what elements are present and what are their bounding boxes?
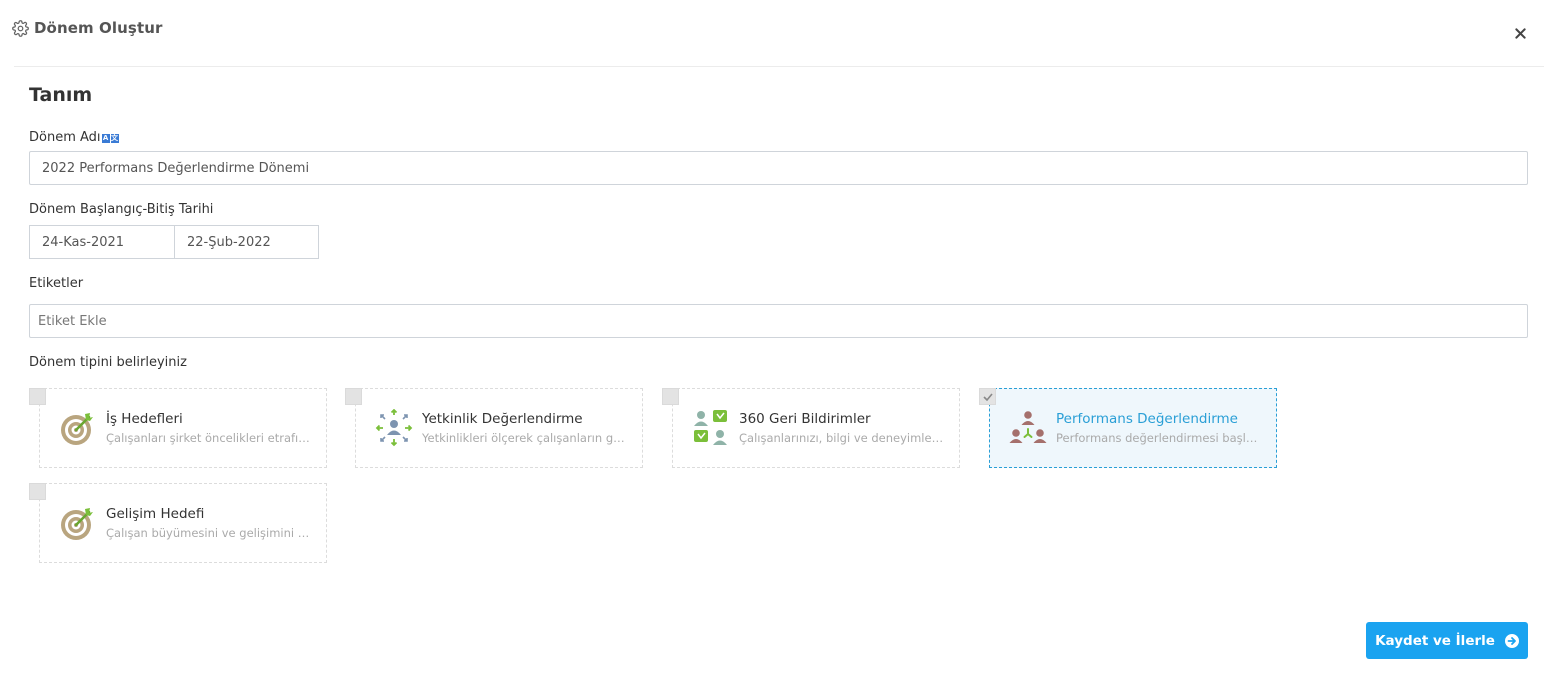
card-checkbox[interactable] [662,388,679,405]
period-type-card-development-goal[interactable]: Gelişim Hedefi Çalışan büyümesini ve gel… [29,483,327,563]
close-icon[interactable] [1511,24,1529,42]
card-title: İş Hedefleri [106,411,183,427]
card-description: Yetkinlikleri ölçerek çalışanların geliş… [422,431,627,445]
header-divider [14,66,1544,67]
modal-title-text: Dönem Oluştur [34,19,163,37]
period-type-card-360-feedback[interactable]: 360 Geri Bildirimler Çalışanlarınızı, bi… [662,388,960,468]
start-date-input[interactable] [29,225,175,259]
card-checkbox-checked[interactable] [979,388,996,405]
period-name-label: Dönem Adı A 文 [29,130,119,145]
check-icon [982,392,993,401]
feedback-360-icon [692,409,730,447]
translate-icon[interactable]: A文 [101,134,119,143]
save-button-label: Kaydet ve İlerle [1375,632,1495,649]
card-checkbox[interactable] [29,388,46,405]
competency-icon [375,408,413,447]
period-type-card-performance[interactable]: Performans Değerlendirme Performans değe… [979,388,1277,468]
translate-badge-b: 文 [110,134,119,143]
card-description: Çalışanlarınızı, bilgi ve deneyimlerine … [739,431,944,445]
card-title: 360 Geri Bildirimler [739,411,871,427]
card-checkbox[interactable] [29,483,46,500]
translate-badge-a: A [101,134,110,143]
target-icon [59,409,97,447]
save-and-continue-button[interactable]: Kaydet ve İlerle [1366,622,1528,659]
card-description: Çalışan büyümesini ve gelişimini destekl… [106,526,311,540]
card-checkbox[interactable] [345,388,362,405]
modal-header: Dönem Oluştur [0,0,1560,66]
period-type-card-business-goals[interactable]: İş Hedefleri Çalışanları şirket öncelikl… [29,388,327,468]
tags-input[interactable] [29,304,1528,338]
gear-icon [12,19,29,37]
target-icon [59,504,97,542]
period-dates-label: Dönem Başlangıç-Bitiş Tarihi [29,202,214,217]
section-title: Tanım [29,84,93,106]
card-title: Gelişim Hedefi [106,506,205,522]
period-name-label-text: Dönem Adı [29,130,101,145]
card-title: Yetkinlik Değerlendirme [422,411,583,427]
card-title: Performans Değerlendirme [1056,411,1238,427]
performance-team-icon [1009,409,1047,447]
period-name-input[interactable] [29,151,1528,185]
tags-label: Etiketler [29,276,84,291]
period-type-card-competency[interactable]: Yetkinlik Değerlendirme Yetkinlikleri öl… [345,388,643,468]
arrow-right-circle-icon [1504,633,1519,648]
modal-title: Dönem Oluştur [12,19,163,37]
end-date-input[interactable] [174,225,319,259]
card-description: Performans değerlendirmesi başlatın [1056,431,1261,445]
card-description: Çalışanları şirket öncelikleri etrafında… [106,431,311,445]
period-type-label: Dönem tipini belirleyiniz [29,355,187,370]
